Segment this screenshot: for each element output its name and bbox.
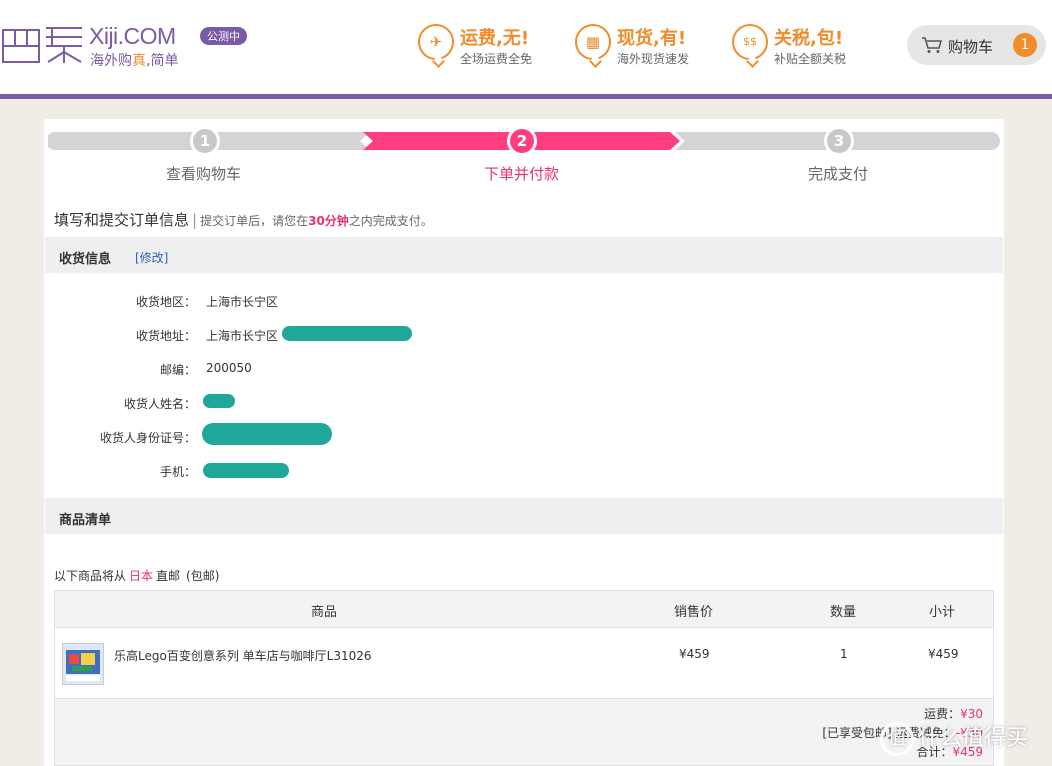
payment-deadline-note: 提交订单后，请您在30分钟之内完成支付。 [200, 214, 433, 228]
field-label-name: 收货人姓名： [123, 397, 196, 411]
product-quantity: 1 [840, 647, 848, 661]
note-part-a: 提交订单后，请您在 [200, 214, 309, 228]
step-3-label: 完成支付 [808, 165, 869, 183]
dollar-icon: $$ [732, 24, 768, 60]
field-label-id-number: 收货人身份证号： [99, 431, 196, 445]
field-value-zip: 200050 [206, 361, 252, 375]
logo-slogan-a: 海外购 [90, 53, 132, 69]
site-header: Xiji.COM 海外购真,简单 公测中 ✈ 运费,无! 全场运费全免 ▦ 现货… [0, 0, 1052, 99]
field-label-region: 收货地区： [135, 295, 196, 309]
column-header-product: 商品 [311, 605, 338, 620]
order-intro: 填写和提交订单信息 | 提交订单后，请您在30分钟之内完成支付。 [54, 209, 433, 230]
product-name-link[interactable]: 乐高Lego百变创意系列 单车店与咖啡厅L31026 [114, 647, 372, 664]
table-row: 乐高Lego百变创意系列 单车店与咖啡厅L31026 ¥459 1 ¥459 [54, 628, 994, 698]
ship-note-c: (包邮) [186, 569, 220, 583]
promo-subtitle: 全场运费全免 [460, 52, 533, 66]
redaction-mark [203, 394, 235, 408]
column-header-price: 销售价 [674, 605, 714, 620]
ship-origin-note: 以下商品将从 日本 直邮 (包邮) [54, 567, 219, 584]
promo-title: 现货,有! [617, 28, 687, 49]
goods-list-title: 商品清单 [59, 513, 112, 528]
cart-count-badge: 1 [1013, 33, 1037, 57]
airplane-icon: ✈ [418, 24, 454, 60]
shipping-fee-label: 运费： [924, 707, 961, 721]
field-label-phone: 手机： [159, 465, 196, 479]
field-value-address: 上海市长宁区 [206, 329, 279, 343]
order-summary: 运费：¥30 [已享受包邮] 运费减免：-¥30 合计：¥459 [54, 698, 994, 766]
logo-slogan-b: 真 [132, 53, 146, 69]
logo-mark-icon [2, 27, 82, 63]
shipping-fee-value: ¥30 [960, 707, 983, 721]
shipping-info-title: 收货信息 [59, 252, 112, 267]
logo-slogan: 海外购真,简单 [90, 50, 178, 70]
redaction-mark [203, 463, 289, 478]
field-value-region: 上海市长宁区 [206, 295, 279, 309]
shipping-info-header: 收货信息 [修改] [45, 237, 1003, 273]
zhi-icon: 值 [880, 722, 914, 756]
watermark-text: 什么值得买 [918, 726, 1029, 751]
logo-slogan-c: ,简单 [146, 53, 179, 69]
lego-box-image [63, 644, 103, 684]
product-thumbnail[interactable] [62, 643, 104, 685]
cart-icon [922, 37, 942, 53]
beta-badge: 公测中 [200, 27, 247, 45]
gift-box-icon: ▦ [575, 24, 611, 60]
page-title: 填写和提交订单信息 [54, 211, 190, 229]
step-1-number: 1 [190, 126, 220, 156]
ship-note-a: 以下商品将从 [54, 569, 127, 583]
promo-title: 关税,包! [774, 28, 844, 49]
promo-title: 运费,无! [460, 28, 530, 49]
logo-text-en: Xiji.COM [89, 23, 176, 49]
step-3-number: 3 [824, 126, 854, 156]
ship-note-b: 直邮 [156, 569, 181, 583]
title-separator: | [192, 211, 198, 229]
promo-subtitle: 海外现货速发 [617, 52, 690, 66]
step-1-label: 查看购物车 [166, 165, 242, 183]
watermark: 值什么值得买 [880, 720, 1046, 760]
goods-list-header: 商品清单 [45, 498, 1003, 534]
product-price: ¥459 [679, 647, 710, 661]
field-label-zip: 邮编： [159, 363, 196, 377]
note-deadline: 30分钟 [308, 214, 349, 228]
edit-shipping-link[interactable]: [修改] [135, 249, 168, 266]
field-label-address: 收货地址： [135, 329, 196, 343]
column-header-subtotal: 小计 [929, 605, 956, 620]
column-header-quantity: 数量 [830, 605, 857, 620]
product-subtotal: ¥459 [928, 647, 959, 661]
redaction-mark [282, 326, 412, 341]
goods-table-header: 商品 销售价 数量 小计 [54, 590, 994, 628]
note-part-c: 之内完成支付。 [348, 214, 433, 228]
promo-subtitle: 补贴全额关税 [774, 52, 847, 66]
cart-label: 购物车 [948, 38, 994, 56]
step-2-number: 2 [507, 126, 537, 156]
step-2-label: 下单并付款 [484, 165, 560, 183]
ship-note-country: 日本 [129, 569, 154, 583]
cart-button[interactable]: 购物车 1 [907, 25, 1046, 65]
redaction-mark [202, 423, 332, 445]
